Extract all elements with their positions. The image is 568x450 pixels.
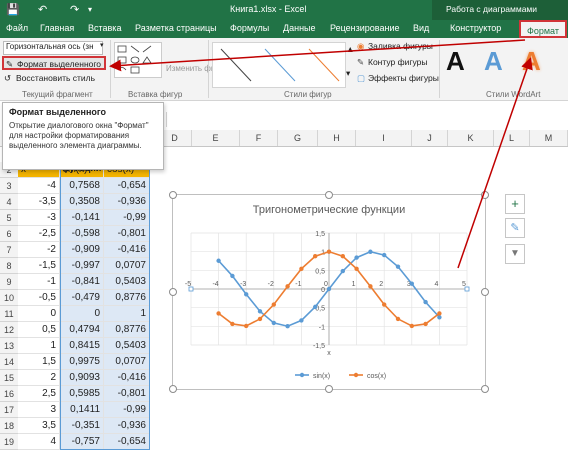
format-selection-tooltip: Формат выделенного Открытие диалогового …: [2, 102, 164, 170]
annotation-arrows: [109, 39, 533, 269]
annotation-arrow-to-format-tab: [457, 57, 533, 269]
tooltip-title: Формат выделенного: [9, 107, 107, 117]
tooltip-body: Открытие диалогового окна "Формат" для н…: [9, 121, 149, 150]
annotation-arrow-to-format-selection: [109, 39, 526, 72]
